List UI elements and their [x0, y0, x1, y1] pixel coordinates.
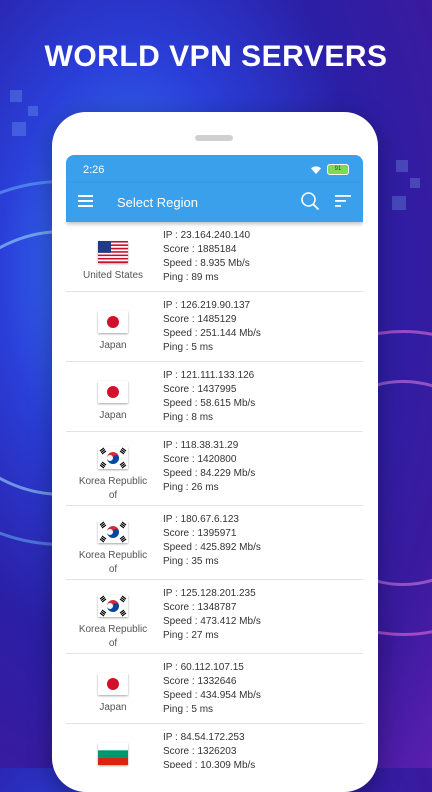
country-name: Japan [99, 702, 127, 713]
server-details: IP : 23.164.240.140 Score : 1885184 Speed … [163, 229, 250, 285]
server-details: IP : 125.128.201.235 Score : 1348787 Speed… [163, 587, 261, 643]
server-speed: Speed : 10.309 Mb/s [163, 760, 256, 768]
server-details: IP : 118.38.31.29 Score : 1420800 Speed : … [163, 439, 255, 495]
country-name: Korea Republic of [78, 624, 148, 649]
server-country: Bulgaria [66, 743, 160, 768]
toolbar-title: Select Region [117, 195, 198, 210]
server-country: United States [66, 241, 160, 283]
server-ip: IP : 60.112.107.15 [163, 662, 244, 673]
app-screen: 2:26 91 Select Region United States IP : … [66, 155, 363, 768]
server-speed: Speed : 58.615 Mb/s [163, 398, 256, 409]
server-ip: IP : 126.219.90.137 [163, 300, 251, 311]
flag-jp-icon [98, 673, 128, 695]
flag-bg-icon [98, 743, 128, 765]
server-row[interactable]: Korea Republic of IP : 125.128.201.235 Sco… [66, 580, 363, 654]
search-icon[interactable] [300, 191, 320, 211]
hamburger-icon[interactable] [78, 195, 93, 207]
status-time: 2:26 [83, 164, 105, 176]
country-name: Japan [99, 410, 127, 421]
server-row[interactable]: Korea Republic of IP : 118.38.31.29 Score … [66, 432, 363, 506]
flag-kr-icon [98, 447, 128, 469]
toolbar: Select Region [66, 183, 363, 222]
server-country: Japan [66, 381, 160, 423]
server-country: Korea Republic of [66, 595, 160, 651]
flag-kr-icon [98, 595, 128, 617]
server-ping: Ping : 5 ms [163, 704, 214, 715]
headline: WORLD VPN SERVERS [44, 40, 388, 73]
server-row[interactable]: Japan IP : 126.219.90.137 Score : 1485129 S… [66, 292, 363, 362]
server-score: Score : 1348787 [163, 602, 237, 613]
server-row[interactable]: BulgariaIP : 84.54.172.253 Score : 132620… [66, 724, 363, 768]
server-ping: Ping : 89 ms [163, 272, 219, 283]
country-name: Korea Republic of [78, 476, 148, 501]
server-country: Japan [66, 673, 160, 715]
server-ip: IP : 23.164.240.140 [163, 230, 251, 241]
server-score: Score : 1485129 [163, 314, 237, 325]
server-details: IP : 84.54.172.253 Score : 1326203 Speed :… [163, 731, 255, 768]
server-score: Score : 1326203 [163, 746, 237, 757]
server-ip: IP : 84.54.172.253 [163, 732, 245, 743]
flag-kr-icon [98, 521, 128, 543]
server-score: Score : 1885184 [163, 244, 237, 255]
server-ping: Ping : 35 ms [163, 556, 219, 567]
country-name: Japan [99, 340, 127, 351]
wifi-icon [311, 165, 321, 174]
server-ping: Ping : 26 ms [163, 482, 219, 493]
phone-speaker [195, 135, 233, 141]
country-name: United States [82, 270, 144, 281]
server-list: United States IP : 23.164.240.140 Score : … [66, 222, 363, 768]
server-speed: Speed : 473.412 Mb/s [163, 616, 261, 627]
server-ip: IP : 121.111.133.126 [163, 370, 255, 381]
server-country: Korea Republic of [66, 521, 160, 577]
flag-jp-icon [98, 311, 128, 333]
server-speed: Speed : 251.144 Mb/s [163, 328, 261, 339]
server-row[interactable]: Japan IP : 121.111.133.126 Score : 1437995… [66, 362, 363, 432]
server-score: Score : 1420800 [163, 454, 237, 465]
server-ping: Ping : 27 ms [163, 630, 219, 641]
status-bar: 2:26 91 [66, 155, 363, 183]
server-country: Japan [66, 311, 160, 353]
server-speed: Speed : 8.935 Mb/s [163, 258, 250, 269]
server-details: IP : 60.112.107.15 Score : 1332646 Speed :… [163, 661, 261, 717]
server-details: IP : 180.67.6.123 Score : 1395971 Speed : … [163, 513, 261, 569]
server-row[interactable]: United States IP : 23.164.240.140 Score : … [66, 222, 363, 292]
server-speed: Speed : 425.892 Mb/s [163, 542, 261, 553]
server-speed: Speed : 84.229 Mb/s [163, 468, 256, 479]
flag-us-icon [98, 241, 128, 263]
server-score: Score : 1332646 [163, 676, 237, 687]
server-country: Korea Republic of [66, 447, 160, 503]
sort-icon[interactable] [335, 194, 351, 208]
server-details: IP : 121.111.133.126 Score : 1437995 Speed… [163, 369, 255, 425]
server-ip: IP : 118.38.31.29 [163, 440, 239, 451]
country-name: Korea Republic of [78, 550, 148, 575]
server-row[interactable]: Korea Republic of IP : 180.67.6.123 Score … [66, 506, 363, 580]
server-details: IP : 126.219.90.137 Score : 1485129 Speed … [163, 299, 261, 355]
server-score: Score : 1437995 [163, 384, 237, 395]
server-score: Score : 1395971 [163, 528, 237, 539]
battery-icon: 91 [327, 164, 349, 175]
server-row[interactable]: Japan IP : 60.112.107.15 Score : 1332646 Sp… [66, 654, 363, 724]
server-ping: Ping : 8 ms [163, 412, 214, 423]
server-ip: IP : 125.128.201.235 [163, 588, 256, 599]
server-ip: IP : 180.67.6.123 [163, 514, 239, 525]
flag-jp-icon [98, 381, 128, 403]
server-speed: Speed : 434.954 Mb/s [163, 690, 261, 701]
server-ping: Ping : 5 ms [163, 342, 214, 353]
